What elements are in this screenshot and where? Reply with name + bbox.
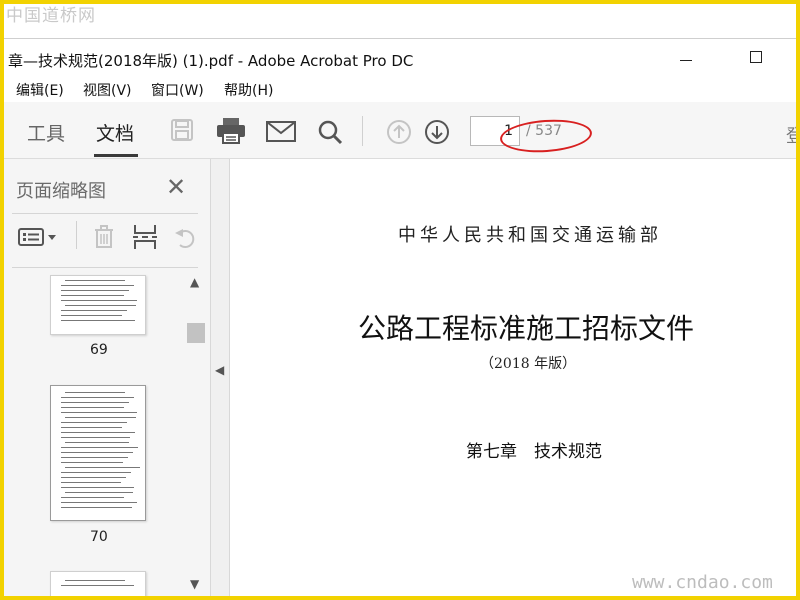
thumbnail-text-line: [65, 417, 136, 418]
scrollbar-thumb[interactable]: [187, 323, 205, 343]
thumbnail-text-line: [61, 482, 121, 483]
active-tab-indicator: [94, 154, 138, 157]
signin-label[interactable]: 登: [786, 122, 796, 148]
thumbnail-text-line: [61, 422, 127, 423]
document-title: 公路工程标准施工招标文件: [358, 312, 695, 345]
thumbnail-text-line: [65, 442, 129, 443]
toolbar-separator: [362, 116, 363, 146]
thumbnail-text-line: [61, 477, 126, 478]
thumbnail-text-line: [65, 580, 125, 581]
menu-window[interactable]: 窗口(W): [151, 80, 204, 100]
search-icon[interactable]: [317, 119, 343, 145]
sidebar-title: 页面缩略图: [16, 181, 106, 202]
save-icon[interactable]: [170, 118, 194, 142]
delete-icon[interactable]: [92, 225, 116, 249]
thumbnail-text-line: [61, 427, 122, 428]
email-icon[interactable]: [266, 121, 296, 142]
thumbnail-text-line: [65, 492, 133, 493]
menu-bar: 编辑(E) 视图(V) 窗口(W) 帮助(H): [4, 76, 796, 102]
window-titlebar: 章—技术规范(2018年版) (1).pdf - Adobe Acrobat P…: [4, 38, 796, 77]
thumbnail-sidebar: 页面缩略图 ✕ 69 70 ▲ ▼: [4, 159, 211, 596]
thumbnail-page-label: 70: [90, 529, 108, 545]
thumbnail-text-line: [61, 462, 123, 463]
page-up-icon[interactable]: [386, 119, 412, 145]
thumbnail-text-line: [61, 472, 131, 473]
document-ministry: 中华人民共和国交通运输部: [398, 225, 662, 246]
thumbnail-text-line: [61, 320, 135, 321]
sidebar-tool-separator: [76, 221, 77, 249]
thumbnail-text-line: [61, 437, 130, 438]
sidebar-divider: [12, 267, 198, 268]
thumbnail-text-line: [61, 310, 127, 311]
window-title: 章—技术规范(2018年版) (1).pdf - Adobe Acrobat P…: [8, 52, 414, 70]
thumbnail-options-icon[interactable]: [18, 227, 58, 247]
sidebar-divider: [12, 213, 198, 214]
page-thumbnail[interactable]: [50, 571, 146, 596]
thumbnail-text-line: [61, 452, 133, 453]
thumbnail-text-line: [61, 290, 129, 291]
thumbnail-text-line: [61, 407, 124, 408]
page-thumbnail[interactable]: [50, 275, 146, 335]
page-down-icon[interactable]: [424, 119, 450, 145]
watermark-top: 中国道桥网: [6, 6, 96, 26]
thumbnail-page-label: 69: [90, 342, 108, 358]
thumbnail-scrollbar[interactable]: ▲ ▼: [187, 271, 205, 596]
print-icon[interactable]: [216, 117, 246, 144]
menu-help[interactable]: 帮助(H): [224, 80, 273, 100]
maximize-button[interactable]: [750, 51, 762, 63]
scroll-up-icon[interactable]: ▲: [190, 275, 199, 289]
collapse-left-icon[interactable]: ◀: [215, 363, 224, 377]
thumbnail-text-line: [61, 285, 134, 286]
thumbnail-text-line: [61, 457, 128, 458]
watermark-bottom: www.cndao.com: [632, 572, 773, 593]
thumbnail-text-line: [61, 497, 124, 498]
document-edition: （2018 年版）: [480, 356, 577, 372]
thumbnail-text-line: [61, 315, 122, 316]
minimize-button[interactable]: [680, 60, 692, 61]
sidebar-collapse-bar[interactable]: ◀: [211, 159, 230, 596]
thumbnail-text-line: [61, 502, 137, 503]
close-icon[interactable]: ✕: [166, 175, 186, 199]
thumbnail-text-line: [61, 447, 138, 448]
thumbnail-text-line: [61, 507, 132, 508]
thumbnail-text-line: [61, 412, 137, 413]
thumbnail-text-line: [65, 305, 136, 306]
thumbnail-text-line: [65, 280, 125, 281]
page-thumbnail[interactable]: [50, 385, 146, 521]
main-toolbar: 工具 文档 1 / 537 登: [4, 102, 796, 159]
thumbnail-text-line: [61, 295, 124, 296]
thumbnail-text-line: [61, 585, 134, 586]
tab-tools[interactable]: 工具: [27, 119, 65, 146]
document-chapter: 第七章 技术规范: [466, 442, 602, 462]
thumbnail-text-line: [65, 467, 140, 468]
rotate-icon[interactable]: [174, 227, 198, 249]
screenshot-frame: 中国道桥网 章—技术规范(2018年版) (1).pdf - Adobe Acr…: [4, 4, 796, 596]
thumbnail-text-line: [61, 432, 135, 433]
thumbnail-text-line: [61, 487, 134, 488]
insert-page-icon[interactable]: [132, 223, 158, 251]
document-view[interactable]: 中华人民共和国交通运输部 公路工程标准施工招标文件 （2018 年版） 第七章 …: [230, 159, 796, 596]
tab-document[interactable]: 文档: [96, 119, 134, 146]
thumbnail-text-line: [61, 402, 129, 403]
menu-view[interactable]: 视图(V): [83, 80, 132, 100]
thumbnail-text-line: [61, 397, 134, 398]
scroll-down-icon[interactable]: ▼: [190, 577, 199, 591]
thumbnail-text-line: [65, 392, 125, 393]
menu-edit[interactable]: 编辑(E): [16, 80, 64, 100]
thumbnail-text-line: [61, 300, 137, 301]
